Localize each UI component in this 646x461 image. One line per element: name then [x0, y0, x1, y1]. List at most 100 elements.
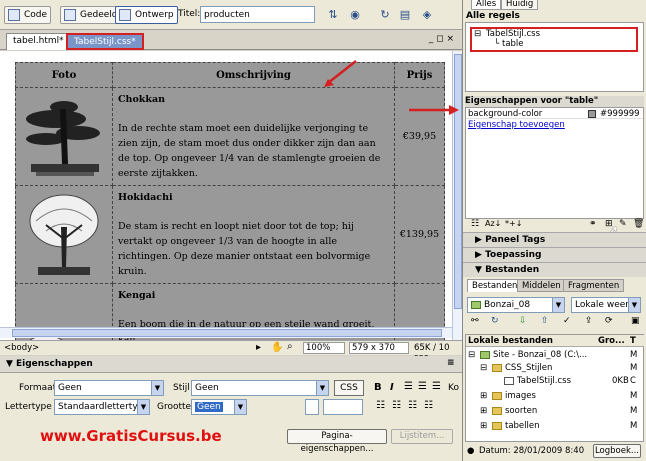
- page-properties-button[interactable]: Pagina-eigenschappen...: [287, 429, 387, 454]
- rule-item[interactable]: table: [502, 39, 524, 49]
- vertical-scrollbar[interactable]: [452, 51, 462, 340]
- panel-menu-icon[interactable]: ≡: [447, 358, 455, 368]
- column-size[interactable]: Gro...: [598, 335, 625, 347]
- unordered-list-icon[interactable]: ☷: [376, 400, 385, 411]
- list-item[interactable]: ⊟ CSS_Stijlen M: [466, 362, 644, 374]
- description-cell: Hokidachi De stam is recht en loopt niet…: [112, 185, 395, 284]
- product-table[interactable]: Foto Omschrijving Prijs Chokkan In de re…: [15, 62, 445, 340]
- format-select[interactable]: Geen ▼: [54, 380, 164, 396]
- css-properties-table[interactable]: background-color #999999 Eigenschap toev…: [465, 107, 644, 219]
- add-property-link[interactable]: Eigenschap toevoegen: [468, 120, 565, 130]
- view-options-icon[interactable]: ▤: [398, 8, 412, 22]
- hand-tool-icon[interactable]: ✋: [271, 342, 283, 353]
- tag-selector[interactable]: <body>: [4, 343, 39, 353]
- window-controls[interactable]: _ ◻ ×: [429, 34, 454, 44]
- collapse-icon[interactable]: ⊟: [474, 29, 481, 39]
- align-right-icon[interactable]: ☰: [432, 381, 441, 392]
- italic-button[interactable]: I: [390, 382, 394, 393]
- check-in-icon[interactable]: ⇪: [585, 316, 593, 326]
- list-item[interactable]: ⊟ Site - Bonzai_08 (C:\... M: [466, 349, 644, 361]
- css-button[interactable]: CSS: [334, 380, 364, 396]
- tab-huidig[interactable]: Huidig: [501, 0, 539, 10]
- tab-bestanden[interactable]: Bestanden: [467, 279, 523, 292]
- properties-header[interactable]: ▼ Eigenschappen ≡: [0, 356, 462, 373]
- collapse-icon: ⊟: [480, 363, 488, 373]
- font-select[interactable]: Standaardlettertype ▼: [54, 399, 150, 415]
- files-panel-header[interactable]: ▼ Bestanden: [463, 262, 646, 277]
- files-tree[interactable]: Lokale bestanden Gro... T ⊟ Site - Bonza…: [465, 334, 644, 442]
- list-item[interactable]: ⊞ soorten M: [466, 405, 644, 417]
- color-swatch-icon[interactable]: [588, 109, 596, 119]
- style-select[interactable]: Geen ▼: [191, 380, 329, 396]
- properties-for-title: Eigenschappen voor "table": [465, 96, 644, 107]
- code-view-button[interactable]: Code: [4, 6, 52, 24]
- rules-tree[interactable]: ⊟ TabelStijl.css └ table: [465, 22, 644, 92]
- connect-icon[interactable]: ⚯: [471, 316, 479, 326]
- tag-panel-label: Paneel Tags: [485, 235, 546, 245]
- horizontal-scroll-thumb[interactable]: [12, 329, 442, 337]
- refresh-icon[interactable]: ↻: [491, 316, 499, 326]
- zoom-select[interactable]: 100%: [303, 342, 345, 354]
- column-local-files[interactable]: Lokale bestanden: [468, 335, 553, 347]
- attach-stylesheet-icon[interactable]: ⚭: [589, 219, 597, 229]
- table-row[interactable]: Hokidachi De stam is recht en loopt niet…: [15, 185, 445, 284]
- list-item-button[interactable]: Lijstitem...: [391, 429, 453, 444]
- css-property-row[interactable]: background-color #999999: [466, 108, 643, 119]
- delete-rule-icon[interactable]: 🗑: [633, 219, 644, 229]
- view-select[interactable]: Lokale weerg ▼: [571, 297, 641, 313]
- refresh-icon[interactable]: ↻: [378, 8, 392, 22]
- style-label: Stijl: [173, 383, 190, 393]
- list-item[interactable]: ⊞ images M: [466, 390, 644, 402]
- property-value[interactable]: #999999: [600, 109, 640, 119]
- ordered-list-icon[interactable]: ☷: [392, 400, 401, 411]
- title-input[interactable]: [200, 6, 315, 23]
- get-files-icon[interactable]: ⇩: [519, 316, 527, 326]
- window-size-select[interactable]: 579 x 370: [349, 342, 409, 354]
- collapse-icon: ▼: [475, 265, 486, 275]
- file-management-icon[interactable]: ⇅: [326, 8, 340, 22]
- design-view[interactable]: Foto Omschrijving Prijs Chokkan In de re…: [0, 51, 452, 340]
- tag-panel-header[interactable]: ▶ Paneel Tags: [463, 232, 646, 247]
- tab-tabelstijl-css[interactable]: TabelStijl.css*: [66, 33, 144, 50]
- tab-alles[interactable]: Alles: [471, 0, 502, 10]
- table-row[interactable]: Chokkan In de rechte stam moet een duide…: [15, 87, 445, 186]
- select-tool-icon[interactable]: ▸: [256, 342, 261, 353]
- expand-icon: ▶: [475, 250, 486, 260]
- category-view-icon[interactable]: ☷: [471, 219, 479, 229]
- split-view-button[interactable]: Gedeeld: [60, 6, 122, 24]
- bold-button[interactable]: B: [374, 382, 382, 393]
- column-type[interactable]: T: [630, 335, 636, 347]
- chevron-down-icon: ▼: [552, 298, 564, 312]
- visual-aids-icon[interactable]: ◈: [420, 8, 434, 22]
- align-center-icon[interactable]: ☰: [418, 381, 427, 392]
- horizontal-scrollbar[interactable]: [0, 327, 452, 338]
- expand-panel-icon[interactable]: ▣: [631, 316, 640, 326]
- zoom-tool-icon[interactable]: ⌕: [287, 341, 293, 352]
- tab-fragmenten[interactable]: Fragmenten: [563, 279, 625, 292]
- edit-rule-icon[interactable]: ✎: [619, 219, 627, 229]
- list-item[interactable]: TabelStijl.css 0KB C: [466, 375, 644, 387]
- synchronize-icon[interactable]: ⟳: [605, 316, 613, 326]
- alpha-view-icon[interactable]: Az↓: [485, 219, 501, 228]
- tab-middelen[interactable]: Middelen: [517, 279, 566, 292]
- align-left-icon[interactable]: ☰: [404, 381, 413, 392]
- list-item[interactable]: ⊞ tabellen M: [466, 420, 644, 432]
- preview-browser-icon[interactable]: ◉: [348, 8, 362, 22]
- site-select[interactable]: Bonzai_08 ▼: [467, 297, 565, 313]
- outdent-icon[interactable]: ☷: [408, 400, 417, 411]
- stylesheet-item[interactable]: TabelStijl.css: [486, 29, 540, 39]
- application-panel-header[interactable]: ▶ Toepassing: [463, 247, 646, 262]
- set-properties-icon[interactable]: *+↓: [505, 219, 522, 228]
- color-input[interactable]: [323, 399, 363, 415]
- log-button[interactable]: Logboek...: [593, 444, 641, 458]
- design-view-button[interactable]: Ontwerp: [115, 6, 178, 24]
- put-files-icon[interactable]: ⇧: [541, 316, 549, 326]
- tab-tabel-html[interactable]: tabel.html*: [6, 33, 71, 50]
- color-picker[interactable]: [305, 399, 319, 415]
- indent-icon[interactable]: ☷: [424, 400, 433, 411]
- vertical-scroll-thumb[interactable]: [454, 54, 462, 309]
- font-label: Lettertype: [5, 402, 52, 412]
- size-select[interactable]: Geen ▼: [191, 399, 247, 415]
- price-cell: €39,95: [394, 87, 445, 186]
- check-out-icon[interactable]: ✓: [563, 316, 571, 326]
